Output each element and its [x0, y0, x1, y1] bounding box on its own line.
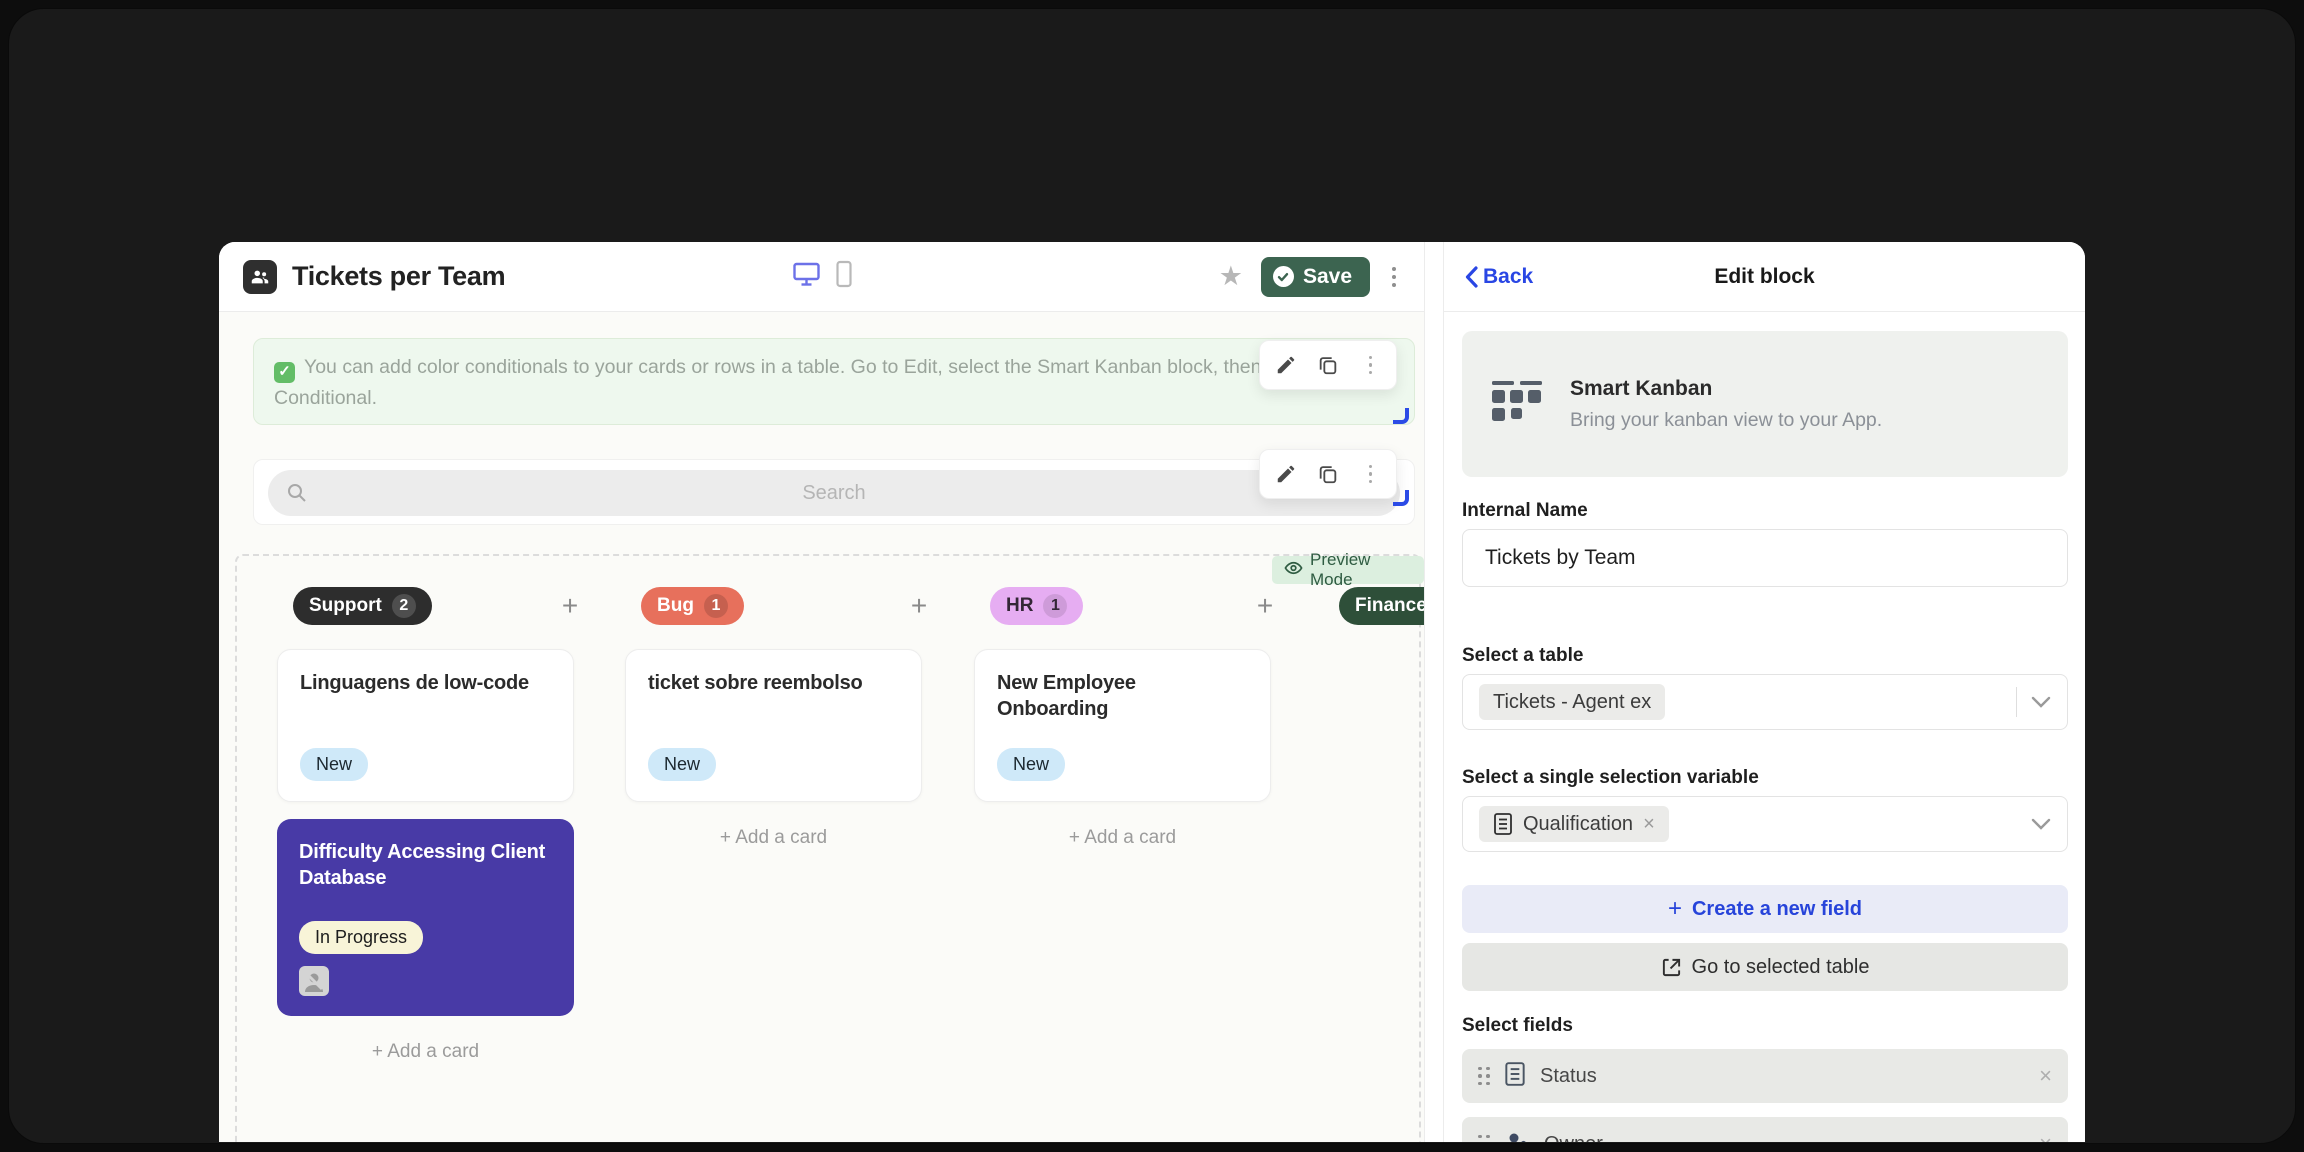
back-button[interactable]: Back [1464, 265, 1533, 289]
goto-table-label: Go to selected table [1692, 956, 1870, 979]
card-status-badge: New [997, 748, 1065, 781]
internal-name-input[interactable] [1462, 529, 2068, 587]
panel-header: Back Edit block [1444, 242, 2085, 312]
plus-icon: + [1668, 895, 1682, 923]
card-title: Linguagens de low-code [300, 670, 551, 696]
kanban-card[interactable]: Difficulty Accessing Client Database In P… [277, 819, 574, 1016]
create-field-button[interactable]: + Create a new field [1462, 885, 2068, 933]
goto-table-button[interactable]: Go to selected table [1462, 943, 2068, 991]
block-type-subtitle: Bring your kanban view to your App. [1570, 409, 1882, 432]
app-header: Tickets per Team ★ Save [219, 242, 1424, 312]
variable-tag-label: Qualification [1523, 813, 1633, 836]
drag-handle[interactable] [1478, 1135, 1490, 1142]
save-button[interactable]: Save [1261, 257, 1370, 297]
card-title: New Employee Onboarding [997, 670, 1248, 722]
remove-field-icon[interactable]: × [2039, 1131, 2052, 1142]
card-title: ticket sobre reembolso [648, 670, 899, 696]
page-title: Tickets per Team [292, 261, 505, 292]
remove-variable-icon[interactable]: × [1643, 813, 1655, 836]
create-field-label: Create a new field [1692, 898, 1862, 921]
kanban-card[interactable]: ticket sobre reembolso New [625, 649, 922, 802]
header-more-menu-icon[interactable] [1388, 263, 1400, 291]
external-link-icon [1661, 957, 1682, 978]
select-fields-label: Select fields [1462, 1015, 1573, 1037]
remove-field-icon[interactable]: × [2039, 1063, 2052, 1089]
table-select[interactable]: Tickets - Agent ex [1462, 674, 2068, 730]
column-pill-support: Support 2 [293, 587, 432, 625]
drag-handle[interactable] [1478, 1067, 1490, 1086]
column-pill-bug: Bug 1 [641, 587, 744, 625]
variable-select-label: Select a single selection variable [1462, 767, 1759, 789]
column-pill-finance: Finance [1339, 587, 1424, 625]
smart-kanban-icon [1490, 377, 1544, 432]
field-row-owner[interactable]: Owner × [1462, 1117, 2068, 1142]
field-name: Status [1540, 1065, 1597, 1088]
chevron-down-icon [2031, 696, 2051, 708]
back-label: Back [1483, 265, 1533, 289]
column-name: Bug [657, 595, 694, 617]
browser-frame: Tickets per Team ★ Save [8, 8, 2296, 1144]
kanban-app: Tickets per Team ★ Save [219, 242, 1425, 1142]
card-status-badge: New [648, 748, 716, 781]
people-icon [1504, 1130, 1530, 1143]
mobile-view-icon[interactable] [835, 260, 852, 293]
add-card-button[interactable]: + Add a card [974, 827, 1271, 849]
select-divider [2016, 687, 2017, 717]
table-select-label: Select a table [1462, 645, 1583, 667]
chevron-down-icon [2031, 818, 2051, 830]
column-name: Support [309, 595, 382, 617]
card-status-badge: New [300, 748, 368, 781]
field-name: Owner [1544, 1133, 1603, 1143]
desktop-view-icon[interactable] [791, 260, 821, 293]
check-circle-icon [1273, 266, 1294, 287]
list-icon [1504, 1061, 1526, 1092]
internal-name-label: Internal Name [1462, 500, 1588, 522]
device-toggle [791, 260, 852, 293]
save-label: Save [1303, 265, 1352, 289]
add-column-button[interactable]: + [1248, 589, 1282, 623]
table-tag-label: Tickets - Agent ex [1493, 691, 1651, 714]
field-row-status[interactable]: Status × [1462, 1049, 2068, 1103]
block-type-title: Smart Kanban [1570, 377, 1882, 401]
card-assignee-avatar [299, 966, 329, 996]
add-column-button[interactable]: + [553, 589, 587, 623]
app-window: Tickets per Team ★ Save [219, 242, 2085, 1142]
panel-title: Edit block [1714, 265, 1814, 289]
kanban-card[interactable]: Linguagens de low-code New [277, 649, 574, 802]
kanban-columns: Support 2 Linguagens de low-code New Difficu… [219, 312, 1424, 1142]
table-tag: Tickets - Agent ex [1479, 684, 1665, 720]
kanban-card[interactable]: New Employee Onboarding New [974, 649, 1271, 802]
add-card-button[interactable]: + Add a card [625, 827, 922, 849]
panel-body: Smart Kanban Bring your kanban view to y… [1444, 312, 2085, 1142]
column-name: Finance [1355, 595, 1424, 617]
list-icon [1493, 812, 1513, 836]
add-card-button[interactable]: + Add a card [277, 1041, 574, 1063]
variable-select[interactable]: Qualification × [1462, 796, 2068, 852]
column-count: 1 [1043, 594, 1067, 618]
column-count: 2 [392, 594, 416, 618]
variable-tag: Qualification × [1479, 806, 1669, 842]
block-info-card: Smart Kanban Bring your kanban view to y… [1462, 331, 2068, 477]
card-status-badge: In Progress [299, 921, 423, 954]
add-column-button[interactable]: + [902, 589, 936, 623]
card-title: Difficulty Accessing Client Database [299, 839, 552, 891]
column-count: 1 [704, 594, 728, 618]
column-name: HR [1006, 595, 1033, 617]
canvas: ✓You can add color conditionals to your … [219, 312, 1424, 1142]
edit-block-panel: Back Edit block Smart Kanban Bring your … [1443, 242, 2085, 1142]
favorite-star-icon[interactable]: ★ [1219, 263, 1243, 290]
column-pill-hr: HR 1 [990, 587, 1083, 625]
people-badge-icon [243, 260, 277, 294]
